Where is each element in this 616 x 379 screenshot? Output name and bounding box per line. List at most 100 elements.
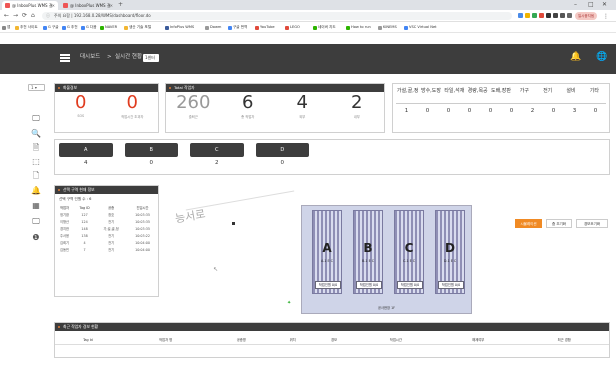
dock-a[interactable]: A A-1 E C 작업인원 0/0 — [312, 210, 342, 294]
profile-button[interactable]: 일시중지됨 — [575, 12, 597, 20]
bookmark-item[interactable]: G 구글 — [43, 22, 59, 33]
extension-icon[interactable] — [567, 13, 572, 18]
hamburger-menu-icon[interactable] — [60, 54, 70, 62]
work-type-header: 가구 — [512, 86, 536, 104]
extension-icon[interactable] — [532, 13, 537, 18]
total-commute: 260 출퇴근 — [166, 92, 221, 119]
zone-d-count: 0 — [280, 160, 285, 166]
bookmark-item[interactable]: 생산 기술 포털 — [124, 22, 151, 33]
bookmark-item[interactable]: NAVER — [100, 22, 117, 33]
new-tab-button[interactable]: + — [118, 0, 123, 10]
column-header: 공종 — [108, 206, 115, 210]
dock-b[interactable]: B B-1 E C 작업인원 0/0 — [353, 210, 383, 294]
browser-tab[interactable]: @ InboxPlus WMS 결 ✕ — [60, 1, 116, 10]
breadcrumb-main[interactable]: 대시보드 — [80, 53, 100, 62]
dock-c[interactable]: C C-1 E C 작업인원 0/0 — [394, 210, 424, 294]
document-icon[interactable]: 🗎 — [30, 143, 42, 153]
total-outside: 4 외부 — [275, 92, 330, 119]
search-icon[interactable]: 🔍 — [30, 129, 42, 139]
bookmark-item[interactable]: How to run — [346, 22, 371, 33]
box-icon[interactable]: ⬚ — [30, 157, 42, 167]
table-row[interactable]: 정기환 127 창호 10:03:35 — [55, 212, 158, 219]
bookmark-item[interactable]: 네이버 지도 — [313, 22, 336, 33]
favicon-icon — [63, 3, 68, 8]
bookmark-item[interactable]: KINEMS — [378, 22, 397, 33]
bookmark-item[interactable]: 앱 — [2, 22, 10, 33]
zone-d-button[interactable]: D — [255, 143, 309, 157]
extension-icon[interactable] — [539, 13, 544, 18]
forward-button[interactable]: → — [13, 10, 18, 22]
cell: 이형산 — [59, 220, 70, 224]
zone-values: 4 0 2 0 — [59, 157, 309, 169]
sidebar-dropdown[interactable]: 1 ▾ — [28, 84, 45, 91]
url-input[interactable]: ⓘ 주의 요함 | 192.168.0.28/WMS/dashboard/flo… — [42, 12, 512, 20]
table-row[interactable]: 주서용 138 전기 10:03:22 — [55, 233, 158, 240]
bookmark-item[interactable]: 구글 번역 — [228, 22, 247, 33]
bookmark-item[interactable]: Dowm — [205, 22, 221, 33]
tab-title: @ InboxPlus WMS 결 — [12, 3, 53, 8]
breadcrumb-separator: > — [107, 54, 112, 60]
column-header: 작업시간 — [389, 338, 402, 342]
column-header: 위치 — [289, 338, 296, 342]
alarm-reset-button[interactable]: 경보조기화 — [576, 219, 608, 228]
bookmark-item[interactable]: G 추천 — [62, 22, 78, 33]
reload-button[interactable]: ⟳ — [22, 10, 27, 22]
minimize-button[interactable]: – — [574, 0, 577, 10]
back-button[interactable]: ← — [4, 10, 9, 22]
extension-icon[interactable] — [553, 13, 558, 18]
column-header: Tag ID — [79, 206, 90, 210]
bell-icon[interactable]: 🔔 — [570, 50, 581, 64]
screen-icon[interactable]: 🖵 — [30, 217, 42, 227]
close-tab-icon[interactable]: ✕ — [110, 1, 113, 10]
close-tab-icon[interactable]: ✕ — [52, 1, 55, 10]
file-icon[interactable]: 🗋 — [30, 171, 42, 181]
outside-count: 4 — [296, 92, 308, 113]
extension-icon[interactable] — [560, 13, 565, 18]
home-button[interactable]: ⌂ — [31, 10, 35, 22]
sos-count: 0 — [75, 92, 87, 113]
alarm-sos[interactable]: 0 SOS — [55, 92, 107, 119]
monitor-icon[interactable]: 🖵 — [30, 114, 42, 124]
column-header: 경보 — [330, 338, 338, 342]
maximize-button[interactable]: □ — [588, 0, 594, 10]
info-icon[interactable]: ❶ — [30, 233, 42, 243]
menu-icon[interactable]: ⋮ — [603, 13, 609, 20]
table-header-row: Tag Id 작업자 명 공종명 위치 경보 작업시간 해제여부 최근 경합 — [55, 337, 609, 345]
alarm-overtime[interactable]: 0 작업시간 초과자 — [107, 92, 159, 119]
work-type-header: 가설,골,정 — [396, 86, 420, 104]
center-select[interactable]: 1센터 — [143, 54, 159, 62]
table-row[interactable]: 김동빈 7 전기 10:04:00 — [55, 247, 158, 254]
extension-icon[interactable] — [546, 13, 551, 18]
extension-icon[interactable] — [525, 13, 530, 18]
bookmark-item[interactable]: VSC Virtual Net — [404, 22, 437, 33]
table-icon[interactable]: ▦ — [30, 201, 42, 211]
bookmark-item[interactable]: LEGO — [285, 22, 300, 33]
zone-c-button[interactable]: C — [190, 143, 244, 157]
zone-b-button[interactable]: B — [124, 143, 178, 157]
browser-tab-active[interactable]: @ InboxPlus WMS 결 ✕ — [2, 1, 58, 10]
tab-title: @ InboxPlus WMS 결 — [70, 3, 111, 8]
bell-icon[interactable]: 🔔 — [30, 186, 42, 196]
globe-icon[interactable]: 🌐 — [596, 50, 607, 64]
table-row[interactable]: 이형산 124 전기 10:03:35 — [55, 219, 158, 226]
bookmark-item[interactable]: YouTube — [255, 22, 275, 33]
table-row[interactable]: 경지한 148 가,설,골,정 10:03:35 — [55, 226, 158, 233]
close-window-button[interactable]: ✕ — [602, 0, 607, 10]
dock-d[interactable]: D D-1 E C 작업인원 0/0 — [435, 210, 465, 294]
total-inside: 2 내부 — [330, 92, 385, 119]
extension-icon[interactable] — [518, 13, 523, 18]
simulation-button[interactable]: 시뮬레이션 — [515, 219, 542, 228]
column-header: 작업자 명 — [159, 338, 173, 342]
info-icon: ⓘ — [46, 13, 50, 18]
zone-a-button[interactable]: A — [59, 143, 113, 157]
center-select-value: 1센터 — [145, 55, 155, 60]
bookmark-item[interactable]: InfoPlus WMS — [165, 22, 194, 33]
zoom-reset-button[interactable]: 줌 초기화 — [546, 219, 572, 228]
cell: 전기 — [108, 241, 115, 245]
table-row[interactable]: 김희기 4 전기 10:04:00 — [55, 240, 158, 247]
bookmark-item[interactable]: G 다음 — [81, 22, 97, 33]
work-type-value: 0 — [509, 108, 514, 114]
dock-b-sub: B-1 E C — [361, 259, 375, 263]
total-workers-panel: Total 작업자 260 출퇴근 6 총 작업자 4 외부 2 내부 — [165, 83, 385, 133]
bookmark-item[interactable]: 추천 사이트 — [15, 22, 38, 33]
